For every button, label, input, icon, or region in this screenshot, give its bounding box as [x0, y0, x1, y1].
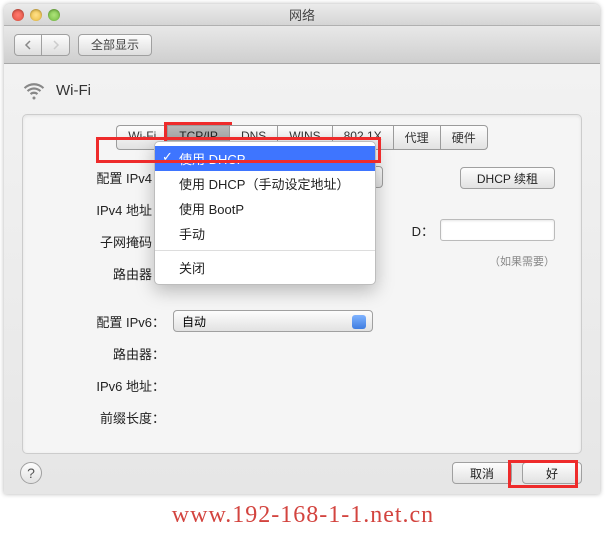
prefix-length-label: 前缀长度：: [45, 408, 173, 427]
dropdown-item-dhcp[interactable]: 使用 DHCP: [155, 146, 375, 171]
dropdown-item-manual[interactable]: 手动: [155, 221, 375, 246]
dropdown-item-bootp[interactable]: 使用 BootP: [155, 196, 375, 221]
wifi-icon: [22, 78, 46, 102]
configure-ipv6-select[interactable]: 自动: [173, 310, 373, 332]
ok-button[interactable]: 好: [522, 462, 582, 484]
show-all-button[interactable]: 全部显示: [78, 34, 152, 56]
client-id-label: D：: [412, 221, 434, 240]
window-title: 网络: [4, 5, 600, 24]
dhcp-renew-button[interactable]: DHCP 续租: [460, 167, 555, 189]
client-id-input[interactable]: [440, 219, 555, 241]
dropdown-item-dhcp-manual[interactable]: 使用 DHCP（手动设定地址）: [155, 171, 375, 196]
titlebar: 网络: [4, 4, 600, 26]
watermark: www.192-168-1-1.net.cn: [0, 502, 606, 529]
dropdown-item-off[interactable]: 关闭: [155, 255, 375, 280]
configure-ipv6-label: 配置 IPv6：: [45, 312, 173, 331]
forward-button[interactable]: [42, 34, 70, 56]
ipv6-router-label: 路由器：: [45, 344, 173, 363]
ipv6-address-label: IPv6 地址：: [45, 376, 173, 395]
cancel-button[interactable]: 取消: [452, 462, 512, 484]
dropdown-separator: [155, 250, 375, 251]
toolbar: 全部显示: [4, 26, 600, 64]
configure-ipv4-dropdown[interactable]: 使用 DHCP 使用 DHCP（手动设定地址） 使用 BootP 手动 关闭: [154, 141, 376, 285]
pane-title: Wi-Fi: [56, 82, 91, 99]
client-id-hint: （如果需要）: [489, 253, 555, 269]
tab-hardware[interactable]: 硬件: [440, 125, 488, 150]
back-button[interactable]: [14, 34, 42, 56]
help-button[interactable]: ?: [20, 462, 42, 484]
tab-proxy[interactable]: 代理: [393, 125, 440, 150]
